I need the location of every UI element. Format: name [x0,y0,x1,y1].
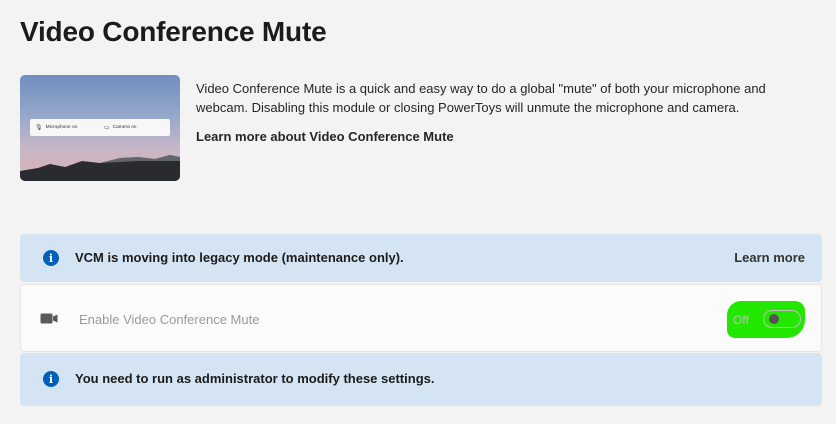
microphone-icon: 🎙 [35,125,43,131]
enable-vcm-label: Enable Video Conference Mute [79,312,260,327]
hero-image: 🎙 Microphone on ▭ Camera on [20,75,180,181]
hero-mic-label: Microphone on [45,125,78,130]
info-icon: i [43,250,59,266]
page-title: Video Conference Mute [20,16,327,47]
admin-info-text: You need to run as administrator to modi… [75,371,435,386]
hero-camera-item: ▭ Camera on [99,124,168,131]
learn-more-link[interactable]: Learn more about Video Conference Mute [196,129,454,144]
enable-vcm-toggle[interactable] [763,310,801,328]
admin-info-bar: i You need to run as administrator to mo… [20,353,822,406]
toggle-knob [769,314,779,324]
legacy-info-text: VCM is moving into legacy mode (maintena… [75,250,404,265]
camera-icon [40,313,58,324]
info-icon: i [43,371,59,387]
camera-icon: ▭ [104,125,110,131]
hero-toolbar: 🎙 Microphone on ▭ Camera on [30,119,170,136]
hero-mic-item: 🎙 Microphone on [30,124,99,131]
enable-vcm-card: Enable Video Conference Mute Off [20,284,822,352]
legacy-info-bar: i VCM is moving into legacy mode (mainte… [20,234,822,282]
hero-camera-label: Camera on [112,125,137,130]
toggle-state-label: Off [733,313,749,327]
legacy-learn-more-link[interactable]: Learn more [734,250,805,265]
module-description: Video Conference Mute is a quick and eas… [196,81,766,115]
